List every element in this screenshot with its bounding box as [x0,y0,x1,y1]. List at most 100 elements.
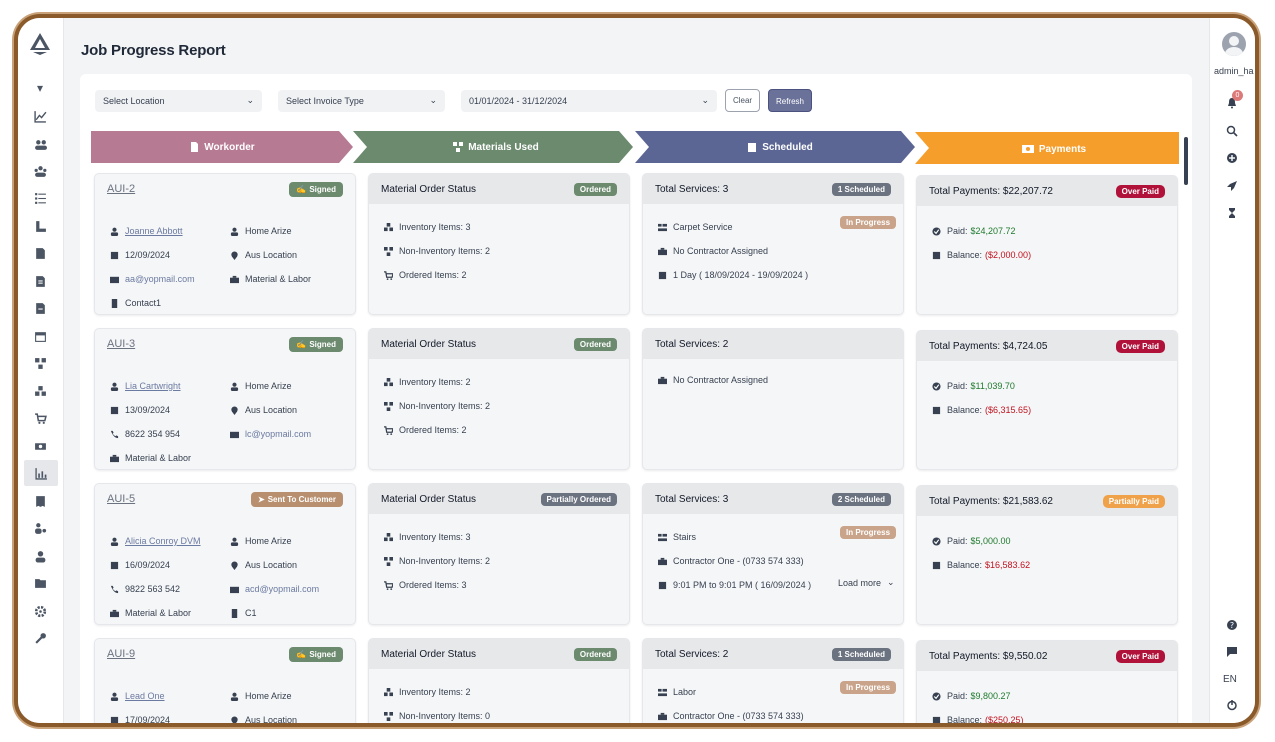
job-type-value: Material & Labor [245,274,312,284]
ruler-icon[interactable] [32,218,48,234]
send-icon: ➤ [257,494,265,504]
refresh-button[interactable]: Refresh [768,89,812,112]
balance-value: ($6,315.65) [985,405,1032,415]
customer-name-link[interactable]: Lia Cartwright [125,381,181,391]
inventory-icon[interactable] [32,383,48,399]
users-group-icon[interactable] [32,136,48,152]
load-more-link[interactable]: Load more ⌄ [838,577,895,588]
wrench-icon[interactable] [32,630,48,646]
payments-card[interactable]: Total Payments: $4,724.05 Over Paid Paid… [916,330,1178,470]
receipt-icon[interactable] [32,493,48,509]
calendar-icon[interactable] [32,328,48,344]
balance-label: Balance: [947,715,983,725]
date-range-select[interactable]: 01/01/2024 - 31/12/2024 ⌄ [461,90,717,112]
workorder-card[interactable]: AUI-2 ✍ Signed Joanne Abbott 12/09/2024 a… [94,173,356,315]
report-icon[interactable] [24,460,58,486]
materials-card[interactable]: Material Order Status Ordered Inventory … [368,328,630,470]
payments-card[interactable]: Total Payments: $9,550.02 Over Paid Paid… [916,640,1178,725]
team-icon[interactable] [32,163,48,179]
document-icon[interactable] [32,245,48,261]
workorder-id-link[interactable]: AUI-3 [107,338,135,350]
schedule-card[interactable]: Total Services: 3 2 Scheduled Stairs In … [642,483,904,625]
user-icon [230,537,239,546]
cart-icon [384,425,393,435]
folder-icon[interactable] [32,575,48,591]
customer-name-link[interactable]: Lead One [125,691,165,701]
invoice-type-select[interactable]: Select Invoice Type ⌄ [278,90,445,112]
money-icon[interactable] [32,438,48,454]
avatar[interactable] [1222,32,1246,56]
materials-card[interactable]: Material Order Status Ordered Inventory … [368,173,630,315]
chat-icon[interactable] [1225,645,1239,659]
contractor-row: No Contractor Assigned [658,375,768,385]
clear-button[interactable]: Clear [725,89,760,112]
invoice-icon[interactable] [32,273,48,289]
cart-icon[interactable] [32,410,48,426]
location-row: Aus Location [230,250,297,260]
date-row: 13/09/2024 [110,405,170,415]
schedule-card[interactable]: Total Services: 2 1 Scheduled Labor In P… [642,638,904,723]
workorder-card[interactable]: AUI-3 ✍ Signed Lia Cartwright 13/09/2024 … [94,328,356,470]
file-icon[interactable] [32,300,48,316]
contractor-value: No Contractor Assigned [673,246,769,256]
location-select[interactable]: Select Location ⌄ [95,90,262,112]
paid-row: Paid: $24,207.72 [932,226,1016,236]
balance-row: Balance: ($2,000.00) [932,250,1031,260]
boxes-icon[interactable] [32,355,48,371]
email-link[interactable]: lc@yopmail.com [245,429,311,439]
service-icon [658,223,667,231]
language-selector[interactable]: EN [1223,674,1237,685]
period-value: 1 Day ( 18/09/2024 - 19/09/2024 ) [673,270,809,280]
envelope-icon [230,431,239,438]
workorder-id-link[interactable]: AUI-5 [107,493,135,505]
app-logo-icon[interactable] [29,32,51,56]
user-icon [230,382,239,391]
paid-label: Paid: [947,226,968,236]
email-link[interactable]: acd@yopmail.com [245,584,319,594]
materials-card[interactable]: Material Order Status Partially Ordered … [368,483,630,625]
workorder-card[interactable]: AUI-5 ➤ Sent To Customer Alicia Conroy DV… [94,483,356,625]
workorder-card[interactable]: AUI-9 ✍ Signed Lead One 17/09/2024 Home A… [94,638,356,723]
briefcase-icon [110,609,119,617]
customer-name-link[interactable]: Alicia Conroy DVM [125,536,201,546]
service-name: Carpet Service [673,222,733,232]
add-circle-icon[interactable] [1225,151,1239,165]
job-type-row: Material & Labor [110,453,191,463]
period-row: 1 Day ( 18/09/2024 - 19/09/2024 ) [658,270,808,280]
search-icon[interactable] [1225,124,1239,138]
order-status-badge: Ordered [573,337,617,351]
filter-icon[interactable]: ▾ [32,80,48,96]
hourglass-icon[interactable] [1225,206,1239,220]
non-inventory-row: Non-Inventory Items: 2 [384,246,490,256]
payments-card[interactable]: Total Payments: $21,583.62 Partially Pai… [916,485,1178,625]
date-range-value: 01/01/2024 - 31/12/2024 [469,96,568,106]
paid-label: Paid: [947,381,968,391]
user-icon[interactable] [32,548,48,564]
email-link[interactable]: aa@yopmail.com [125,274,195,284]
customer-row: Lead One [110,691,165,701]
scrollbar-thumb[interactable] [1184,137,1188,185]
stage-workorder: Workorder [91,131,353,163]
inventory-row: Inventory Items: 2 [384,687,471,697]
payments-card[interactable]: Total Payments: $22,207.72 Over Paid Pai… [916,175,1178,315]
email-row: acd@yopmail.com [230,584,319,594]
user-settings-icon[interactable] [32,520,48,536]
customer-name-link[interactable]: Joanne Abbott [125,226,183,236]
inventory-icon [384,532,393,541]
task-list-icon[interactable] [32,190,48,206]
materials-card[interactable]: Material Order Status Ordered Inventory … [368,638,630,723]
boxes-icon [453,142,464,152]
help-icon[interactable]: ? [1225,618,1239,632]
power-icon[interactable] [1225,698,1239,712]
paid-row: Paid: $11,039.70 [932,381,1015,391]
chart-icon[interactable] [32,108,48,124]
ordered-row: Ordered Items: 3 [384,580,467,590]
workorder-id-link[interactable]: AUI-2 [107,183,135,195]
user-icon [230,227,239,236]
gear-icon[interactable] [32,603,48,619]
schedule-card[interactable]: Total Services: 3 1 Scheduled Carpet Ser… [642,173,904,315]
schedule-card[interactable]: Total Services: 2 No Contractor Assigned [642,328,904,470]
rocket-icon[interactable] [1225,179,1239,193]
workorder-id-link[interactable]: AUI-9 [107,648,135,660]
location-value: Aus Location [245,250,298,260]
